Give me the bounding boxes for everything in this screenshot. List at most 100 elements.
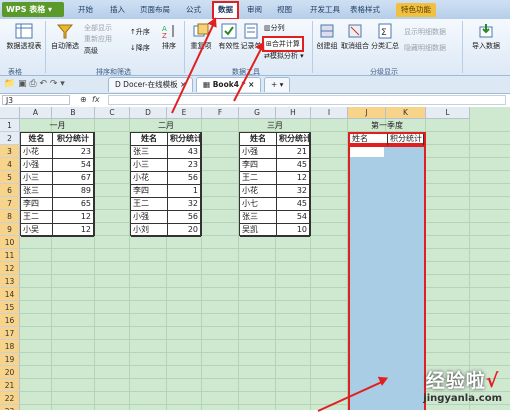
hide-detail-button[interactable]: 隐藏明细数据 bbox=[404, 43, 446, 53]
header-cell[interactable]: 姓名 bbox=[21, 133, 53, 146]
reapply-button[interactable]: 重新应用 bbox=[84, 34, 112, 44]
sort-asc-button[interactable]: ↑升序 bbox=[130, 27, 150, 37]
validity-button[interactable]: 有效性 bbox=[216, 23, 242, 51]
show-detail-button[interactable]: 显示明细数据 bbox=[404, 27, 446, 37]
sort-button[interactable]: AZ 排序 bbox=[158, 23, 180, 51]
column-header[interactable]: H bbox=[276, 107, 311, 119]
name-cell[interactable]: 王二 bbox=[21, 211, 53, 224]
row-header[interactable]: 19 bbox=[0, 353, 20, 366]
score-cell[interactable]: 32 bbox=[277, 185, 310, 198]
quick-icons[interactable]: 📁 ▣ ⎙ ↶ ↷ ▾ bbox=[4, 79, 65, 89]
row-header[interactable]: 21 bbox=[0, 379, 20, 392]
tab-8[interactable]: 表格样式 bbox=[350, 3, 380, 17]
name-cell[interactable]: 张三 bbox=[21, 185, 53, 198]
split-column-button[interactable]: ▥分列 bbox=[264, 23, 285, 33]
column-header[interactable]: A bbox=[20, 107, 52, 119]
subtotal-button[interactable]: Σ 分类汇总 bbox=[370, 23, 400, 51]
row-header[interactable]: 1 bbox=[0, 119, 20, 132]
name-cell[interactable]: 小花 bbox=[240, 185, 277, 198]
name-cell[interactable]: 小吴 bbox=[21, 224, 53, 237]
what-if-button[interactable]: ⇄模拟分析 ▾ bbox=[264, 51, 304, 61]
summary-header-cell[interactable]: 姓名 bbox=[350, 134, 388, 145]
tab-6[interactable]: 视图 bbox=[277, 3, 292, 17]
select-all-corner[interactable] bbox=[0, 107, 20, 119]
score-cell[interactable]: 1 bbox=[168, 185, 201, 198]
score-cell[interactable]: 67 bbox=[53, 172, 94, 185]
show-all-button[interactable]: 全部显示 bbox=[84, 23, 112, 33]
row-header[interactable]: 16 bbox=[0, 314, 20, 327]
pivot-table-button[interactable]: 数据透视表 bbox=[4, 23, 44, 51]
row-header[interactable]: 11 bbox=[0, 249, 20, 262]
row-header[interactable]: 15 bbox=[0, 301, 20, 314]
score-cell[interactable]: 45 bbox=[277, 198, 310, 211]
name-cell[interactable]: 李四 bbox=[21, 198, 53, 211]
name-cell[interactable]: 吴凯 bbox=[240, 224, 277, 237]
score-cell[interactable]: 10 bbox=[277, 224, 310, 237]
header-cell[interactable]: 积分统计 bbox=[277, 133, 310, 146]
row-header[interactable]: 10 bbox=[0, 236, 20, 249]
ungroup-button[interactable]: 取消组合 bbox=[340, 23, 370, 51]
row-header[interactable]: 18 bbox=[0, 340, 20, 353]
column-header[interactable]: K bbox=[386, 107, 426, 119]
active-cell[interactable] bbox=[350, 147, 384, 157]
close-icon[interactable]: × bbox=[248, 80, 254, 89]
row-header[interactable]: 8 bbox=[0, 210, 20, 223]
tab-5[interactable]: 审阅 bbox=[247, 3, 262, 17]
zoom-icon[interactable]: ⊕ bbox=[80, 95, 87, 104]
row-header[interactable]: 14 bbox=[0, 288, 20, 301]
score-cell[interactable]: 32 bbox=[168, 198, 201, 211]
header-cell[interactable]: 积分统计 bbox=[53, 133, 94, 146]
name-cell[interactable]: 李四 bbox=[131, 185, 168, 198]
row-header[interactable]: 7 bbox=[0, 197, 20, 210]
name-cell[interactable]: 张三 bbox=[240, 211, 277, 224]
new-tab-button[interactable]: + ▾ bbox=[264, 77, 291, 92]
fx-icon[interactable]: fx bbox=[92, 95, 100, 104]
column-header[interactable]: B bbox=[52, 107, 95, 119]
header-cell[interactable]: 积分统计 bbox=[168, 133, 201, 146]
name-cell[interactable]: 小刘 bbox=[131, 224, 168, 237]
formula-input[interactable] bbox=[108, 95, 506, 105]
column-header[interactable]: J bbox=[348, 107, 386, 119]
tab-3[interactable]: 公式 bbox=[186, 3, 201, 17]
column-header[interactable]: G bbox=[239, 107, 276, 119]
column-header[interactable]: F bbox=[202, 107, 239, 119]
create-group-button[interactable]: 创建组 bbox=[314, 23, 340, 51]
autofilter-button[interactable]: 自动筛选 bbox=[48, 23, 82, 51]
row-header[interactable]: 23 bbox=[0, 405, 20, 410]
score-cell[interactable]: 89 bbox=[53, 185, 94, 198]
row-header[interactable]: 12 bbox=[0, 262, 20, 275]
name-cell[interactable]: 李四 bbox=[240, 159, 277, 172]
doc-tab-book4[interactable]: ▦ Book4 * × bbox=[196, 77, 262, 92]
name-cell[interactable]: 小强 bbox=[131, 211, 168, 224]
score-cell[interactable]: 56 bbox=[168, 172, 201, 185]
sort-desc-button[interactable]: ↓降序 bbox=[130, 43, 150, 53]
row-header[interactable]: 3 bbox=[0, 145, 20, 158]
column-header[interactable]: D bbox=[130, 107, 167, 119]
tab-9[interactable]: 特色功能 bbox=[396, 3, 436, 17]
import-data-button[interactable]: 导入数据 bbox=[466, 23, 506, 51]
name-cell[interactable]: 小花 bbox=[21, 146, 53, 159]
summary-header-cell[interactable]: 积分统计 bbox=[388, 134, 424, 145]
tab-1[interactable]: 插入 bbox=[110, 3, 125, 17]
tab-2[interactable]: 页面布局 bbox=[140, 3, 170, 17]
name-cell[interactable]: 小强 bbox=[21, 159, 53, 172]
name-cell[interactable]: 小七 bbox=[240, 198, 277, 211]
score-cell[interactable]: 12 bbox=[53, 224, 94, 237]
name-cell[interactable]: 小强 bbox=[240, 146, 277, 159]
row-header[interactable]: 5 bbox=[0, 171, 20, 184]
score-cell[interactable]: 65 bbox=[53, 198, 94, 211]
header-cell[interactable]: 姓名 bbox=[131, 133, 168, 146]
score-cell[interactable]: 12 bbox=[277, 172, 310, 185]
column-header[interactable]: I bbox=[311, 107, 348, 119]
advanced-button[interactable]: 高级 bbox=[84, 46, 98, 56]
column-header[interactable]: C bbox=[95, 107, 130, 119]
name-cell[interactable]: 王二 bbox=[240, 172, 277, 185]
score-cell[interactable]: 23 bbox=[53, 146, 94, 159]
row-header[interactable]: 2 bbox=[0, 132, 20, 145]
name-cell[interactable]: 小三 bbox=[131, 159, 168, 172]
app-menu-button[interactable]: WPS 表格 ▾ bbox=[2, 2, 64, 17]
tab-7[interactable]: 开发工具 bbox=[310, 3, 340, 17]
name-cell[interactable]: 小花 bbox=[131, 172, 168, 185]
row-header[interactable]: 4 bbox=[0, 158, 20, 171]
score-cell[interactable]: 56 bbox=[168, 211, 201, 224]
